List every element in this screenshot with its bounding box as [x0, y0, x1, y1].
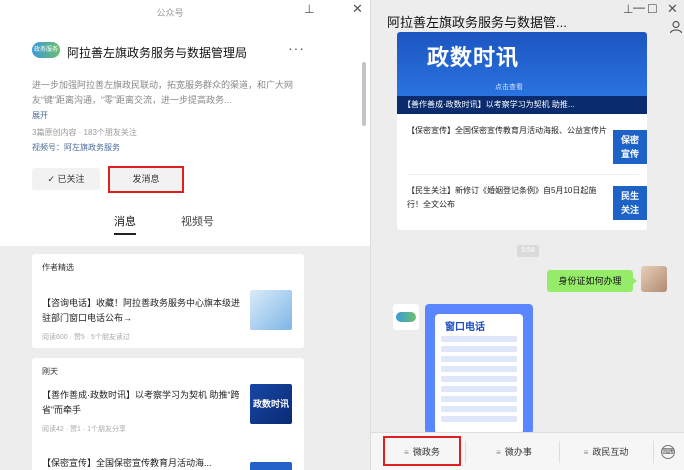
scrollbar[interactable]: [362, 62, 366, 126]
official-account-profile-panel: 公众号 ⊥ ✕ 政务服务 阿拉善左旗政务服务与数据管理局 ··· 进一步加强阿拉…: [0, 0, 370, 470]
image-row: [441, 366, 517, 372]
menu-item-wei-banshi[interactable]: ≡ 微办事: [471, 433, 557, 470]
avatar[interactable]: [641, 266, 667, 292]
article-thumbnail[interactable]: 政数时讯: [250, 384, 292, 424]
news-message-card[interactable]: 政数时讯 点击查看 【善作善成·政数时讯】以考察学习为契机 助推... 【保密宣…: [397, 32, 647, 230]
expand-link[interactable]: 展开: [32, 110, 48, 121]
more-options-icon[interactable]: ···: [288, 40, 305, 56]
image-content: 窗口电话: [435, 314, 523, 434]
divider: [407, 174, 639, 175]
article-card[interactable]: 刚天 【善作善成·政数时讯】以考察学习为契机 助推“跨省”而牵手 阅读42 · …: [32, 358, 304, 470]
chat-panel: 阿拉善左旗政务服务与数据管... ⊥ — ☐ ✕ 政数时讯 点击查看 【善作善成…: [370, 0, 684, 470]
image-row: [441, 416, 517, 422]
pin-icon[interactable]: ⊥: [304, 2, 314, 16]
highlight-box: [383, 436, 461, 466]
article-thumbnail[interactable]: [250, 462, 292, 470]
divider: [653, 441, 654, 463]
profile-tabs: 消息 视频号: [0, 213, 370, 237]
image-row: [441, 376, 517, 382]
profile-icon[interactable]: [669, 20, 683, 34]
menu-item-zhengmin-hudong[interactable]: ≡ 政民互动: [561, 433, 651, 470]
divider: [559, 441, 560, 463]
article-title[interactable]: 【善作善成·政数时讯】以考察学习为契机 助推“跨省”而牵手: [42, 388, 242, 418]
image-row: [441, 406, 517, 412]
account-intro: 进一步加强阿拉善左旗政民联动，拓宽服务群众的渠道，和广大网友“键”距离沟通，“零…: [32, 80, 294, 105]
news-banner-image[interactable]: 政数时讯 点击查看: [397, 32, 647, 96]
keyboard-toggle-icon[interactable]: ⌨: [661, 445, 675, 459]
chat-title: 阿拉善左旗政务服务与数据管...: [387, 15, 567, 30]
image-row: [441, 396, 517, 402]
divider: [465, 441, 466, 463]
followed-button[interactable]: ✓ 已关注: [32, 168, 100, 190]
news-item-title[interactable]: 【民生关注】新修订《婚姻登记条例》自5月10日起施行！全文公布: [407, 184, 607, 212]
account-avatar[interactable]: [393, 304, 419, 330]
banner-subtitle: 点击查看: [495, 84, 523, 91]
article-meta: 阅读42 · 赞1 · 1个朋友分享: [42, 426, 127, 433]
account-logo: 政务服务: [32, 42, 60, 58]
news-item-thumbnail[interactable]: 民生 关注: [613, 186, 647, 220]
minimize-icon[interactable]: —: [633, 0, 645, 14]
window-title: 公众号: [156, 8, 184, 18]
section-header: 刚天: [42, 367, 58, 376]
article-card[interactable]: 作者精选 【咨询电话】收藏！阿拉善政务服务中心旗本级进驻部门窗口电话公布→ 阅读…: [32, 254, 304, 348]
send-message-button[interactable]: 发消息: [108, 166, 184, 193]
pin-icon[interactable]: ⊥: [623, 2, 633, 16]
news-item-thumbnail[interactable]: 保密 宣传: [613, 130, 647, 164]
banner-title: 政数时讯: [427, 45, 520, 70]
article-meta: 阅读600 · 赞5 · 5个朋友读过: [42, 334, 130, 341]
article-feed: 作者精选 【咨询电话】收藏！阿拉善政务服务中心旗本级进驻部门窗口电话公布→ 阅读…: [0, 246, 370, 470]
section-header: 作者精选: [42, 263, 74, 272]
menu-label: 政民互动: [592, 447, 629, 457]
user-message-bubble[interactable]: 身份证如何办理: [547, 270, 633, 292]
article-title[interactable]: 【咨询电话】收藏！阿拉善政务服务中心旗本级进驻部门窗口电话公布→: [42, 296, 242, 326]
menu-icon: ≡: [583, 448, 589, 457]
timestamp: 9:58: [517, 245, 539, 257]
profile-header: 政务服务 阿拉善左旗政务服务与数据管理局 ··· 进一步加强阿拉善左旗政民联动，…: [0, 28, 370, 256]
image-row: [441, 346, 517, 352]
tab-video-channel[interactable]: 视频号: [181, 213, 214, 229]
message-tail: [632, 277, 637, 285]
menu-label: 微办事: [504, 447, 532, 457]
news-caption[interactable]: 【善作善成·政数时讯】以考察学习为契机 助推...: [397, 96, 647, 114]
image-row: [441, 386, 517, 392]
close-icon[interactable]: ✕: [352, 2, 363, 16]
video-channel-link[interactable]: 视频号：阿左旗政务服务: [32, 142, 120, 153]
maximize-icon[interactable]: ☐: [647, 2, 658, 16]
close-icon[interactable]: ✕: [667, 2, 678, 16]
article-title[interactable]: 【保密宣传】全国保密宣传教育月活动海...: [42, 456, 242, 470]
menu-icon: ≡: [496, 448, 501, 457]
account-name: 阿拉善左旗政务服务与数据管理局: [67, 46, 248, 60]
image-message[interactable]: 窗口电话: [425, 304, 533, 434]
tab-messages[interactable]: 消息: [114, 213, 136, 235]
image-title: 窗口电话: [445, 322, 485, 333]
news-item-title[interactable]: 【保密宣传】全国保密宣传教育月活动海报、公益宣传片: [407, 124, 607, 138]
image-row: [441, 356, 517, 362]
account-stats: 3篇原创内容 · 183个朋友关注: [32, 128, 137, 137]
account-logo: [396, 312, 416, 322]
article-thumbnail[interactable]: [250, 290, 292, 330]
image-row: [441, 336, 517, 342]
